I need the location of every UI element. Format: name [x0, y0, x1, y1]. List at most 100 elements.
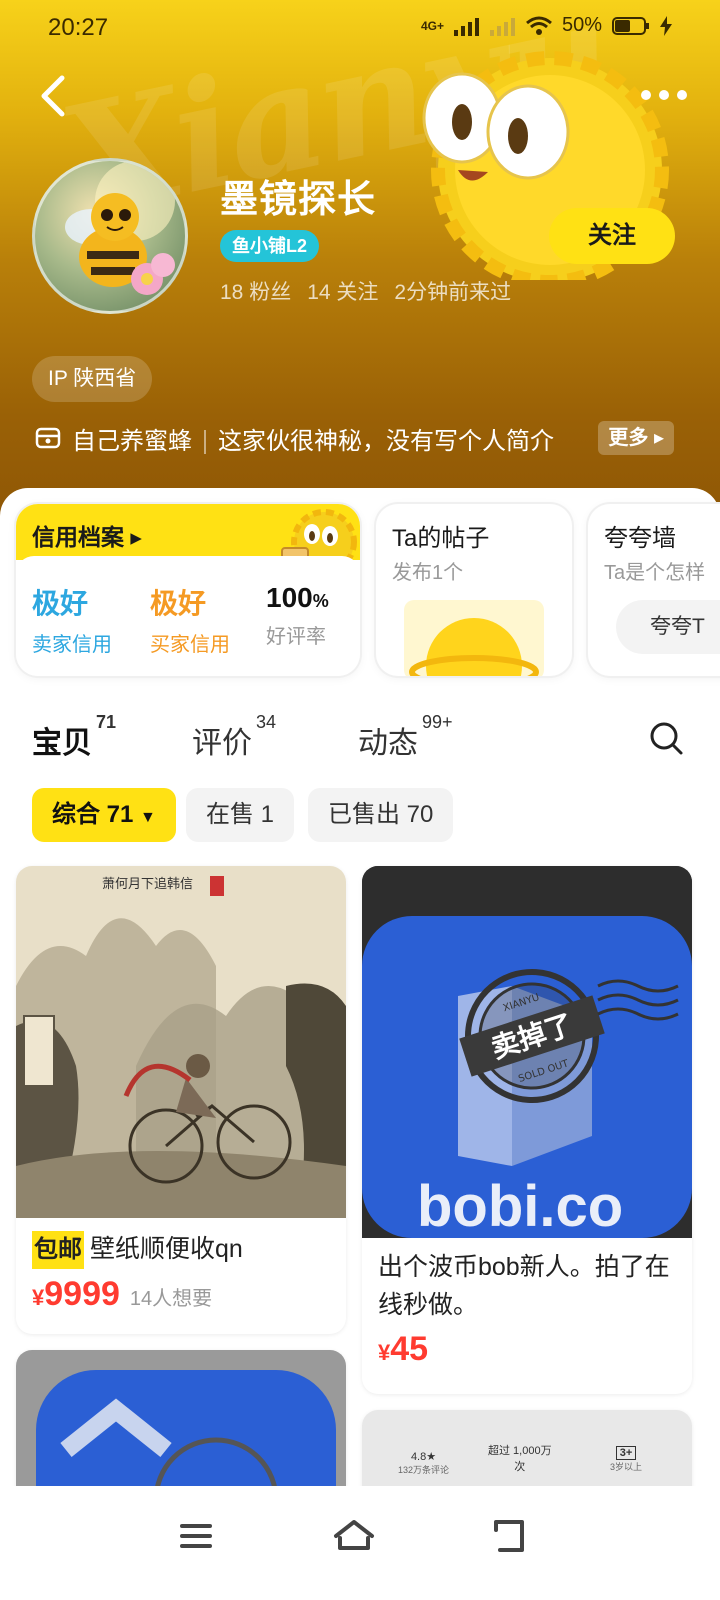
tab-items[interactable]: 宝贝71	[32, 712, 116, 762]
caret-down-icon: ▼	[140, 809, 156, 826]
tab-bar: 宝贝71 评价34 动态99+	[0, 710, 720, 770]
product-price: 9999	[44, 1275, 120, 1313]
product-title-text: 壁纸顺便收qn	[90, 1235, 243, 1263]
rating-value: 4.8★	[410, 1451, 437, 1463]
credit-title-text: 信用档案	[32, 524, 124, 550]
bio-tag: 自己养蜜蜂	[72, 427, 192, 455]
signal-weak-icon	[489, 17, 515, 36]
praise-button[interactable]: 夸夸T	[616, 600, 720, 654]
planet-icon	[409, 618, 539, 676]
praise-wall-card[interactable]: 夸夸墙 Ta是个怎样 夸夸T	[588, 504, 720, 676]
tab-activity[interactable]: 动态99+	[358, 712, 453, 762]
credit-card-body: 极好 卖家信用 极好 买家信用 100% 好评率	[16, 556, 360, 676]
buyer-credit-label: 买家信用	[150, 634, 230, 656]
product-title: 出个波币bob新人。拍了在线秒做。	[378, 1253, 670, 1319]
tab-items-count: 71	[96, 712, 117, 732]
bobi-logo-text: bobi.co	[417, 1174, 623, 1238]
charging-icon	[660, 15, 672, 36]
back-nav-icon[interactable]	[482, 1508, 538, 1564]
price-row: ¥45	[362, 1324, 692, 1369]
app-downloads: 超过 1,000万 次	[488, 1442, 552, 1474]
product-price: 45	[390, 1330, 429, 1368]
painting-inscription: 萧何月下追韩信	[102, 876, 193, 892]
clock: 20:27	[48, 14, 109, 41]
product-title: 包邮 壁纸顺便收qn	[16, 1230, 346, 1269]
praise-card-subtitle: Ta是个怎样	[604, 562, 706, 584]
product-card[interactable]: 萧何月下追韩信 包邮 壁纸顺便收qn ¥9999 14人想要	[16, 866, 346, 1334]
search-icon[interactable]	[648, 720, 684, 756]
product-image: bobi.co 卖掉了 XIANYU SOLD OUT	[362, 866, 692, 1238]
credit-profile-card[interactable]: 信用档案 ▸ 极好 卖家信用 极好 买家信用 100% 好评率	[16, 504, 360, 676]
product-card[interactable]: bobi.co 卖掉了 XIANYU SOLD OUT 出个波币bob新人。拍了…	[362, 866, 692, 1394]
post-thumbnail	[404, 600, 544, 676]
bio-more-label: 更多	[608, 427, 649, 449]
product-card[interactable]: 4.8★ 132万条评论 超过 1,000万 次 3+ 3岁以上	[362, 1410, 692, 1490]
tab-activity-count: 99+	[422, 712, 453, 732]
bobi-app-image: bobi.co 卖掉了 XIANYU SOLD OUT	[362, 866, 692, 1238]
bio-text: 自己养蜜蜂 这家伙很神秘，没有写个人简介	[72, 421, 588, 456]
filter-all-label: 综合 71	[52, 801, 134, 828]
product-image	[16, 1350, 346, 1490]
shop-level-badge[interactable]: 鱼小铺L2	[220, 230, 320, 262]
product-image: 4.8★ 132万条评论 超过 1,000万 次 3+ 3岁以上	[362, 1410, 692, 1490]
avatar[interactable]	[32, 158, 188, 314]
age-value: 3+	[615, 1446, 637, 1460]
username: 墨镜探长	[220, 179, 377, 221]
buyer-credit: 极好 买家信用	[150, 582, 230, 657]
bio-row[interactable]: 自己养蜜蜂 这家伙很神秘，没有写个人简介 更多 ▸	[34, 418, 674, 458]
tab-items-label: 宝贝	[32, 727, 92, 760]
tab-activity-label: 动态	[358, 727, 418, 760]
posts-card[interactable]: Ta的帖子 发布1个	[376, 504, 572, 676]
positive-rate: 100% 好评率	[266, 582, 329, 649]
status-icons: 4G+ 50%	[421, 14, 672, 37]
follow-button[interactable]: 关注	[549, 208, 675, 264]
filter-sold[interactable]: 已售出 70	[308, 788, 454, 842]
ip-location-tag: IP 陕西省	[32, 356, 153, 402]
wifi-icon	[526, 16, 552, 35]
ink-painting-image: 萧何月下追韩信	[16, 866, 346, 1218]
home-icon[interactable]	[326, 1508, 382, 1564]
battery-percent: 50%	[561, 14, 602, 36]
price-row: ¥9999 14人想要	[16, 1269, 346, 1314]
posts-card-title: Ta的帖子	[392, 525, 490, 552]
posts-card-subtitle: 发布1个	[392, 562, 464, 584]
positive-rate-unit: %	[312, 591, 329, 611]
seller-credit-value: 极好	[32, 588, 89, 619]
status-bar: 20:27 4G+ 50%	[0, 0, 720, 56]
filter-all[interactable]: 综合 71 ▼	[32, 788, 176, 842]
signal-icon	[453, 17, 479, 36]
tab-reviews[interactable]: 评价34	[192, 712, 276, 762]
bio-description: 这家伙很神秘，没有写个人简介	[218, 427, 554, 455]
seller-credit: 极好 卖家信用	[32, 582, 112, 657]
praise-card-title: 夸夸墙	[604, 525, 676, 552]
tag-icon	[35, 427, 61, 449]
tab-reviews-count: 34	[256, 712, 277, 732]
buyer-credit-value: 极好	[150, 588, 207, 619]
fans-count[interactable]: 18 粉丝	[220, 276, 291, 306]
age-label: 3岁以上	[610, 1462, 643, 1472]
product-card[interactable]	[16, 1350, 346, 1490]
app-age-rating: 3+ 3岁以上	[610, 1446, 642, 1473]
positive-rate-value: 100	[266, 582, 313, 613]
want-count: 14人想要	[129, 1288, 213, 1310]
downloads-value: 超过 1,000万	[488, 1445, 552, 1457]
review-count: 132万条评论	[398, 1465, 450, 1475]
currency-symbol: ¥	[32, 1285, 45, 1310]
menu-icon[interactable]	[168, 1508, 224, 1564]
credit-card-title: 信用档案 ▸	[32, 524, 142, 550]
last-seen: 2分钟前来过	[394, 281, 512, 304]
more-options-icon[interactable]	[638, 80, 690, 110]
tab-reviews-label: 评价	[192, 727, 252, 760]
seller-credit-label: 卖家信用	[32, 634, 112, 656]
filter-on-sale[interactable]: 在售 1	[186, 788, 295, 842]
app-rating: 4.8★ 132万条评论	[398, 1450, 449, 1476]
system-nav-bar	[0, 1486, 720, 1600]
bee-avatar-image	[65, 161, 175, 295]
back-arrow-icon[interactable]	[34, 72, 74, 120]
positive-rate-label: 好评率	[266, 626, 326, 648]
following-count[interactable]: 14 关注	[307, 276, 378, 306]
profile-stats: 18 粉丝 14 关注 2分钟前来过	[220, 276, 511, 306]
bio-more-button[interactable]: 更多 ▸	[598, 421, 674, 455]
network-indicator: 4G+	[420, 18, 444, 33]
currency-symbol: ¥	[378, 1340, 391, 1365]
